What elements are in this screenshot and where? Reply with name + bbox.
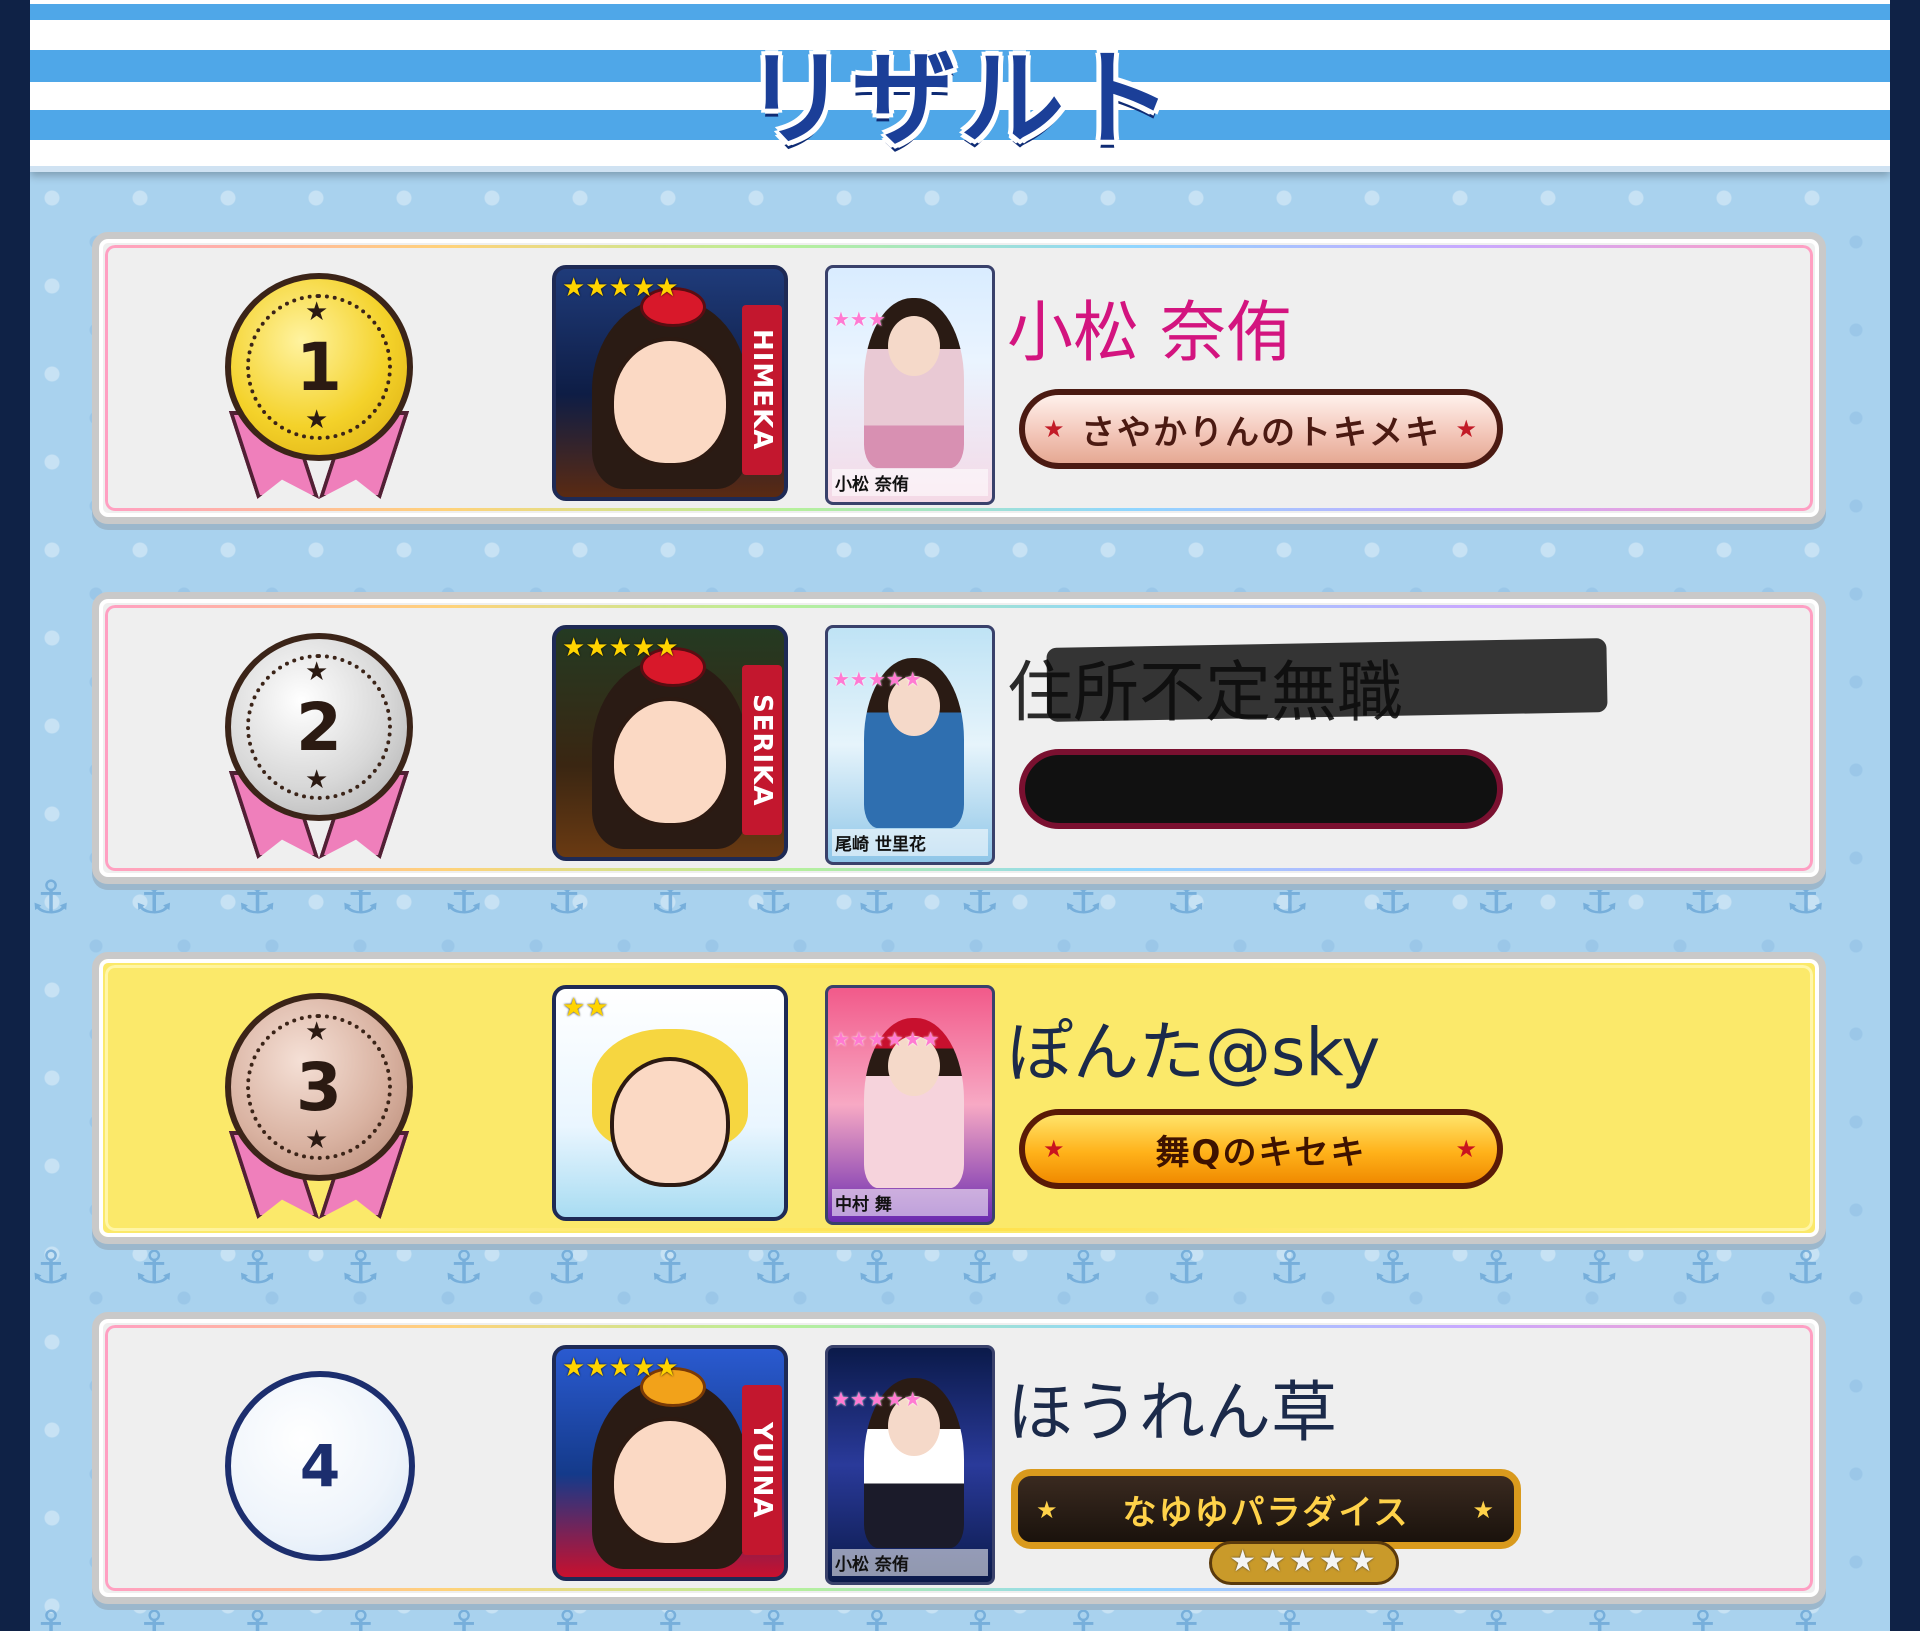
title-badge-redacted	[1019, 749, 1503, 829]
star-icon: ★	[305, 657, 329, 687]
gold-medal-icon: 1 ★ ★	[219, 271, 419, 501]
result-screen: ⚓⚓⚓⚓⚓⚓⚓⚓⚓⚓⚓⚓⚓⚓⚓⚓⚓⚓⚓⚓ ⚓⚓⚓⚓⚓⚓⚓⚓⚓⚓⚓⚓⚓⚓⚓⚓⚓⚓⚓…	[30, 0, 1890, 1631]
star-icon: ★	[1036, 1496, 1060, 1524]
star-icon: ★	[305, 297, 329, 327]
title-badge: ★ 舞Qのキセキ ★	[1019, 1109, 1503, 1189]
title-badge-label: 舞Qのキセキ	[1155, 1132, 1367, 1173]
card-member-name: 尾崎 世里花	[832, 829, 988, 856]
player-avatar[interactable]: ★★★★★ SERIKA	[552, 625, 788, 861]
player-avatar[interactable]: ★★	[552, 985, 788, 1221]
player-name: ほうれん草	[1007, 1374, 1337, 1451]
star-icon: ★	[305, 765, 329, 795]
star-icon: ★	[1043, 415, 1067, 443]
card-rarity-stars: ★★★★★	[832, 1387, 922, 1411]
avatar-rank-stars: ★★★★★	[562, 633, 679, 663]
card-member-name: 小松 奈侑	[832, 469, 988, 496]
player-name: 小松 奈侑	[1007, 294, 1292, 371]
member-card[interactable]: ★★★★★★ 中村 舞	[825, 985, 995, 1225]
title-badge: ★ さやかりんのトキメキ ★	[1019, 389, 1503, 469]
result-row-4[interactable]: 4 ★★★★★ YUINA ★★★★★ 小松 奈侑 ほうれん草 ★ なゆゆパラダ…	[92, 1312, 1826, 1604]
page-title: リザルト	[743, 38, 1176, 160]
card-member-name: 小松 奈侑	[832, 1549, 988, 1576]
avatar-rank-stars: ★★★★★	[562, 1353, 679, 1383]
avatar-name-label: SERIKA	[742, 665, 782, 835]
star-icon: ★	[305, 1125, 329, 1155]
rank-number: 4	[299, 1432, 341, 1500]
member-card[interactable]: ★★★★★ 小松 奈侑	[825, 1345, 995, 1585]
title-badge-stars: ★★★★★	[1209, 1541, 1399, 1585]
card-rarity-stars: ★★★	[832, 307, 886, 331]
star-icon: ★	[1043, 1135, 1067, 1163]
member-card[interactable]: ★★★ 小松 奈侑	[825, 265, 995, 505]
title-badge-label: さやかりんのトキメキ	[1081, 412, 1441, 453]
redaction-mark	[1046, 638, 1608, 722]
bronze-medal-icon: 3 ★ ★	[219, 991, 419, 1221]
result-row-1[interactable]: 1 ★ ★ ★★★★★ HIMEKA ★★★ 小松 奈侑 小松 奈侑 ★ さやか…	[92, 232, 1826, 524]
title-badge-label: なゆゆパラダイス	[1122, 1492, 1410, 1533]
anchor-icon-row: ⚓⚓⚓⚓⚓⚓⚓⚓⚓⚓⚓⚓⚓⚓⚓⚓⚓⚓⚓⚓	[30, 1240, 1890, 1294]
silver-medal-icon: 2 ★ ★	[219, 631, 419, 861]
player-avatar[interactable]: ★★★★★ YUINA	[552, 1345, 788, 1581]
avatar-name-label: YUINA	[742, 1385, 782, 1555]
star-icon: ★	[1455, 415, 1479, 443]
card-rarity-stars: ★★★★★	[832, 667, 922, 691]
card-rarity-stars: ★★★★★★	[832, 1028, 940, 1050]
avatar-name-label: HIMEKA	[742, 305, 782, 475]
star-icon: ★	[1455, 1135, 1479, 1163]
player-avatar[interactable]: ★★★★★ HIMEKA	[552, 265, 788, 501]
avatar-rank-stars: ★★★★★	[562, 273, 679, 303]
result-row-2[interactable]: 2 ★ ★ ★★★★★ SERIKA ★★★★★ 尾崎 世里花 住所不定無職	[92, 592, 1826, 884]
title-badge: ★ なゆゆパラダイス ★	[1011, 1469, 1521, 1549]
anchor-icon-row: ⚓⚓⚓⚓⚓⚓⚓⚓⚓⚓⚓⚓⚓⚓⚓⚓⚓⚓⚓⚓	[30, 1600, 1890, 1631]
result-header: リザルト	[30, 0, 1890, 172]
avatar-rank-stars: ★★	[562, 993, 609, 1023]
star-icon: ★	[305, 405, 329, 435]
member-card[interactable]: ★★★★★ 尾崎 世里花	[825, 625, 995, 865]
star-icon: ★	[305, 1017, 329, 1047]
card-member-name: 中村 舞	[832, 1189, 988, 1216]
rank-badge-icon: 4	[225, 1371, 415, 1561]
player-name: ぽんた@sky	[1007, 1014, 1381, 1091]
star-icon: ★	[1472, 1496, 1496, 1524]
result-row-3[interactable]: 3 ★ ★ ★★ ★★★★★★ 中村 舞 ぽんた@sky ★ 舞Qのキセキ ★	[92, 952, 1826, 1244]
